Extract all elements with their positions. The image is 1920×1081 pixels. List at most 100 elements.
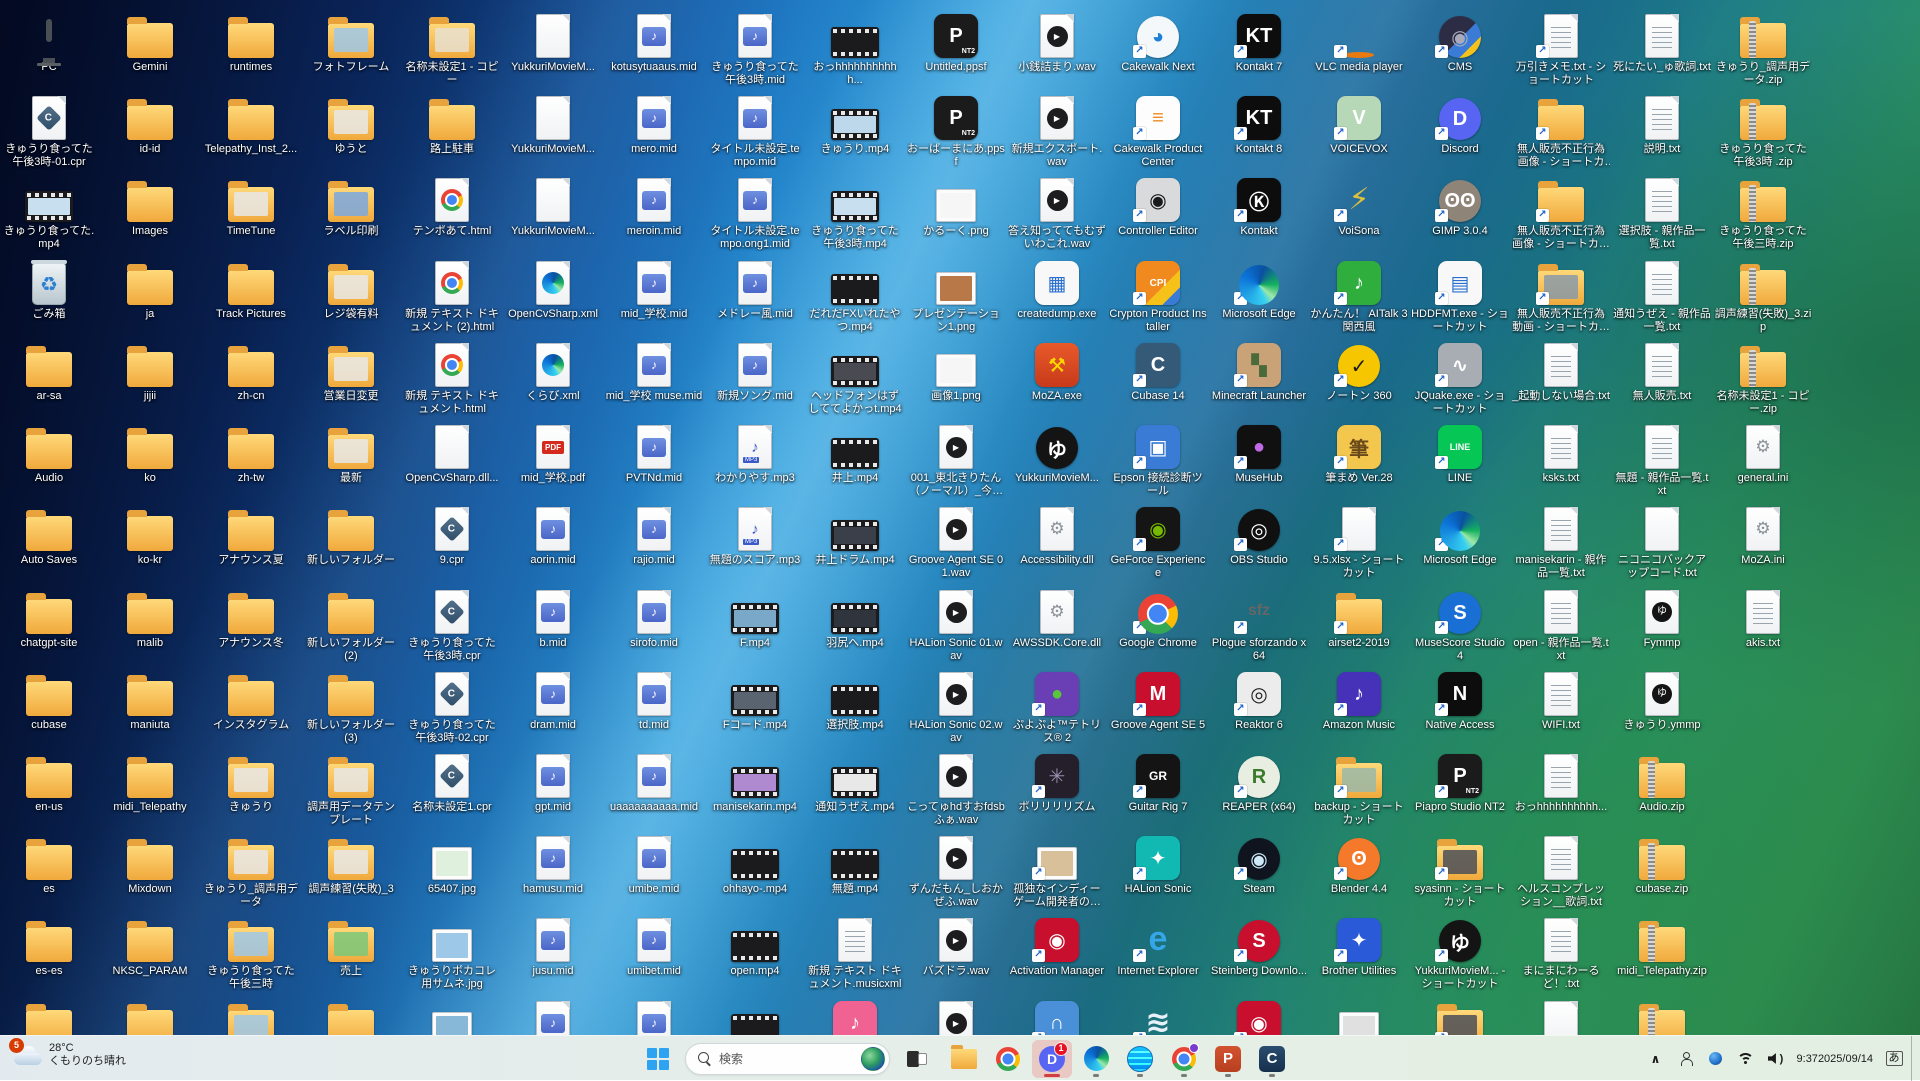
desktop-icon[interactable]: ʘ↗Blender 4.4 xyxy=(1310,830,1408,896)
desktop-icon[interactable]: es xyxy=(0,830,98,896)
desktop-icon[interactable]: ♪ xyxy=(605,995,703,1035)
desktop-icon[interactable]: ohhayo-.mp4 xyxy=(706,830,804,896)
desktop-icon[interactable]: ♪meroin.mid xyxy=(605,172,703,238)
desktop-icon[interactable]: ♪mero.mid xyxy=(605,90,703,156)
desktop-icon[interactable]: 無題 - 親作品一覧.txt xyxy=(1613,419,1711,498)
taskbar-app-cubase[interactable]: C xyxy=(1252,1040,1292,1078)
desktop-icon[interactable]: 通知うぜえ.mp4 xyxy=(806,748,904,814)
desktop-icon[interactable]: ♪mid_学校.mid xyxy=(605,255,703,321)
clock[interactable]: 9:37 2025/09/14 xyxy=(1793,1042,1877,1076)
desktop-icon[interactable]: ♪タイトル未設定.tempo.ong1.mid xyxy=(706,172,804,251)
desktop-icon[interactable]: C↗Cubase 14 xyxy=(1109,337,1207,403)
desktop-icon[interactable]: open.mp4 xyxy=(706,912,804,978)
desktop-icon[interactable]: 65407.jpg xyxy=(403,830,501,896)
desktop-icon[interactable]: 調声練習(失敗)_3.zip xyxy=(1714,255,1812,334)
desktop-icon[interactable]: きゅうり食ってた午後3時.mp4 xyxy=(806,172,904,251)
desktop-icon[interactable]: 井上.mp4 xyxy=(806,419,904,485)
desktop-icon[interactable]: open - 親作品一覧.txt xyxy=(1512,584,1610,663)
desktop-icon[interactable]: 新規 テキスト ドキュメント.html xyxy=(403,337,501,416)
desktop-icon[interactable]: PNT2おーばーまにあ.ppsf xyxy=(907,90,1005,169)
desktop-icon[interactable]: Gemini xyxy=(101,8,199,74)
desktop-icon[interactable]: ✦↗HALion Sonic xyxy=(1109,830,1207,896)
desktop-icon[interactable]: ♪MP3無題のスコア.mp3 xyxy=(706,501,804,567)
desktop-icon[interactable]: Images xyxy=(101,172,199,238)
desktop-icon[interactable]: 新規 テキスト ドキュメント (2).html xyxy=(403,255,501,334)
desktop-icon[interactable]: YukkuriMovieM... xyxy=(504,90,602,156)
desktop-icon[interactable]: es-es xyxy=(0,912,98,978)
desktop-icon[interactable]: ↗孤独なインディーゲーム開発者の一生 ... xyxy=(1008,830,1106,909)
desktop-icon[interactable] xyxy=(403,995,501,1035)
desktop-icon[interactable]: ↗9.5.xlsx - ショートカット xyxy=(1310,501,1408,580)
desktop-icon[interactable]: NKSC_PARAM xyxy=(101,912,199,978)
desktop-icon[interactable]: ♪aorin.mid xyxy=(504,501,602,567)
desktop-icon[interactable]: ⚙AWSSDK.Core.dll xyxy=(1008,584,1106,650)
desktop-icon[interactable]: Cきゅうり食ってた午後3時.cpr xyxy=(403,584,501,663)
desktop-icon[interactable]: ⚙general.ini xyxy=(1714,419,1812,485)
desktop-icon[interactable]: ▶答え知っててもむずいわこれ.wav xyxy=(1008,172,1106,251)
desktop-icon[interactable]: 最新 xyxy=(302,419,400,485)
desktop-icon[interactable]: WIFI.txt xyxy=(1512,666,1610,732)
desktop-icon[interactable]: ヘッドフォンはずしててよかっt.mp4 xyxy=(806,337,904,416)
hidden-icons-chevron-icon[interactable]: ∧ xyxy=(1643,1042,1669,1076)
desktop-icon[interactable]: ♪td.mid xyxy=(605,666,703,732)
desktop-icon[interactable]: きゅうり食ってた午後三時 xyxy=(202,912,300,991)
desktop-icon[interactable]: ✓↗ノートン 360 xyxy=(1310,337,1408,403)
desktop-icon[interactable]: ≡↗Cakewalk Product Center xyxy=(1109,90,1207,169)
desktop-icon[interactable]: 説明.txt xyxy=(1613,90,1711,156)
desktop-icon[interactable]: ♪kotusytuaaus.mid xyxy=(605,8,703,74)
desktop-icon[interactable]: 通知うぜえ - 親作品一覧.txt xyxy=(1613,255,1711,334)
desktop-icon[interactable]: ♪↗Amazon Music xyxy=(1310,666,1408,732)
desktop-icon[interactable]: runtimes xyxy=(202,8,300,74)
desktop-icon[interactable]: きゅうり食ってた午後3時 .zip xyxy=(1714,90,1812,169)
desktop-icon[interactable]: 井上ドラム.mp4 xyxy=(806,501,904,567)
desktop-icon[interactable]: ↗ xyxy=(1411,995,1509,1035)
desktop-icon[interactable]: ⚙Accessibility.dll xyxy=(1008,501,1106,567)
desktop-icon[interactable]: ●↗ぷよぷよ™テトリス® 2 xyxy=(1008,666,1106,745)
desktop-icon[interactable]: LINE↗LINE xyxy=(1411,419,1509,485)
desktop-icon[interactable]: 売上 xyxy=(302,912,400,978)
desktop-icon[interactable] xyxy=(1310,995,1408,1035)
desktop-icon[interactable]: manisekarin - 親作品一覧.txt xyxy=(1512,501,1610,580)
desktop-icon[interactable]: Telepathy_Inst_2... xyxy=(202,90,300,156)
desktop-icon[interactable]: ▤↗HDDFMT.exe - ショートカット xyxy=(1411,255,1509,334)
desktop-icon[interactable]: e↗Internet Explorer xyxy=(1109,912,1207,978)
desktop-icon[interactable]: きゅうり食ってた.mp4 xyxy=(0,172,98,251)
desktop-icon[interactable]: ∩↗ xyxy=(1008,995,1106,1035)
desktop-icon[interactable]: ▶HALion Sonic 02.wav xyxy=(907,666,1005,745)
desktop-icon[interactable]: 新規 テキスト ドキュメント.musicxml xyxy=(806,912,904,991)
desktop-icon[interactable] xyxy=(302,995,400,1035)
desktop-icon[interactable]: midi_Telepathy.zip xyxy=(1613,912,1711,978)
desktop-icon[interactable] xyxy=(202,995,300,1035)
taskbar-app-powerpoint[interactable]: P xyxy=(1208,1040,1248,1078)
desktop-icon[interactable]: C名称未設定1.cpr xyxy=(403,748,501,814)
desktop-icon[interactable]: フォトフレーム xyxy=(302,8,400,74)
desktop-icon[interactable]: ヘルスコンプレッション__歌詞.txt xyxy=(1512,830,1610,909)
desktop-icon[interactable]: zh-tw xyxy=(202,419,300,485)
search-input[interactable]: 検索 xyxy=(685,1043,890,1075)
taskbar-app-edge[interactable] xyxy=(1076,1040,1116,1078)
desktop-icon[interactable]: OpenCvSharp.xml xyxy=(504,255,602,321)
desktop-icon[interactable]: ニコニコバックアップコード.txt xyxy=(1613,501,1711,580)
desktop-icon[interactable]: 営業日変更 xyxy=(302,337,400,403)
desktop-icon[interactable]: きゅうり_調声用データ.zip xyxy=(1714,8,1812,87)
desktop-icon[interactable]: cubase xyxy=(0,666,98,732)
desktop-icon[interactable]: sfz↗Plogue sforzando x64 xyxy=(1210,584,1308,663)
desktop-icon[interactable]: GR↗Guitar Rig 7 xyxy=(1109,748,1207,814)
taskbar-app-discord[interactable]: D1 xyxy=(1032,1040,1072,1078)
desktop-icon[interactable]: きゅうり xyxy=(202,748,300,814)
desktop-icon[interactable]: ♪ xyxy=(504,995,602,1035)
taskbar-app-chrome-profile[interactable] xyxy=(1164,1040,1204,1078)
desktop-icon[interactable]: アナウンス夏 xyxy=(202,501,300,567)
desktop-icon[interactable]: ▚↗Minecraft Launcher xyxy=(1210,337,1308,403)
desktop-icon[interactable]: 羽尻へ.mp4 xyxy=(806,584,904,650)
desktop-icon[interactable]: ♪メドレー風.mid xyxy=(706,255,804,321)
desktop-icon[interactable]: 調声練習(失敗)_3 xyxy=(302,830,400,896)
desktop-icon[interactable]: ↗万引きメモ.txt - ショートカット xyxy=(1512,8,1610,87)
desktop-icon[interactable]: Audio.zip xyxy=(1613,748,1711,814)
desktop-icon[interactable]: ⚡↗VoiSona xyxy=(1310,172,1408,238)
desktop-icon[interactable]: ◎↗Reaktor 6 xyxy=(1210,666,1308,732)
desktop-icon[interactable]: ◎↗OBS Studio xyxy=(1210,501,1308,567)
desktop-icon[interactable] xyxy=(0,995,98,1035)
desktop-icon[interactable]: ʘʘ↗GIMP 3.0.4 xyxy=(1411,172,1509,238)
desktop-icon[interactable]: KT↗Kontakt 8 xyxy=(1210,90,1308,156)
